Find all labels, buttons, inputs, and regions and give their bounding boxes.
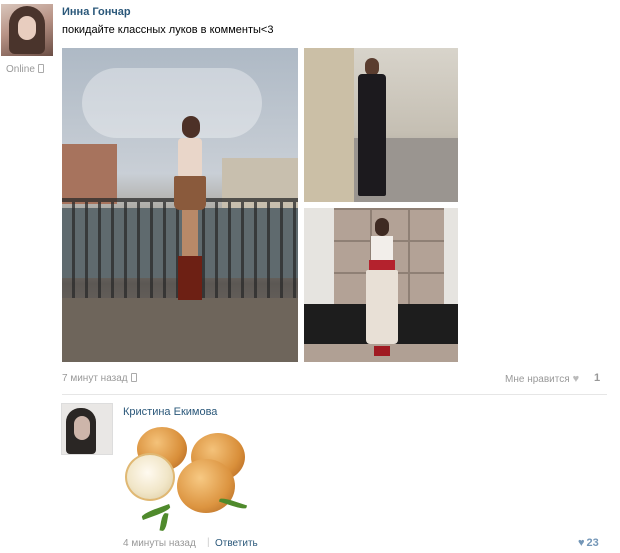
- photo-figure: [356, 58, 388, 200]
- post-author-name[interactable]: Инна Гончар: [62, 6, 131, 18]
- comment-like-count: 23: [586, 537, 599, 549]
- post-time-label: 7 минут назад: [62, 373, 128, 384]
- comment-separator: |: [207, 537, 210, 548]
- post-like-button[interactable]: Мне нравится ♥: [505, 373, 579, 385]
- heart-icon: ♥: [578, 537, 585, 549]
- heart-icon: ♥: [572, 373, 580, 385]
- leaf: [159, 512, 169, 532]
- comment-author-avatar[interactable]: [61, 403, 113, 455]
- post-timestamp[interactable]: 7 минут назад: [62, 373, 137, 384]
- comment-author-name[interactable]: Кристина Екимова: [123, 406, 217, 418]
- reply-link[interactable]: Ответить: [215, 538, 258, 549]
- like-label: Мне нравится: [505, 374, 570, 385]
- online-status: Online: [6, 64, 44, 75]
- onion: [177, 459, 235, 513]
- comment-image-onions[interactable]: [121, 425, 251, 532]
- divider: [62, 394, 607, 395]
- onion-half: [125, 453, 175, 501]
- post-like-count: 1: [594, 372, 601, 384]
- post-photo-large[interactable]: [62, 48, 298, 362]
- mobile-phone-icon: [37, 64, 44, 73]
- post-text: покидайте классных луков в комменты<3: [62, 24, 274, 36]
- avatar-face: [74, 416, 90, 440]
- photo-building: [62, 144, 117, 204]
- photo-wall: [304, 48, 354, 202]
- post-photo-top-right[interactable]: [304, 48, 458, 202]
- photo-figure: [362, 218, 402, 358]
- comment-like-button[interactable]: ♥ 23: [578, 537, 599, 549]
- photo-figure: [170, 116, 210, 306]
- online-label: Online: [6, 64, 35, 75]
- post-author-avatar[interactable]: [1, 4, 53, 56]
- comment-timestamp[interactable]: 4 минуты назад: [123, 538, 196, 549]
- post-photo-bottom-right[interactable]: [304, 208, 458, 362]
- avatar-face: [18, 16, 36, 40]
- photo-ground: [62, 298, 298, 362]
- mobile-phone-icon: [130, 373, 137, 382]
